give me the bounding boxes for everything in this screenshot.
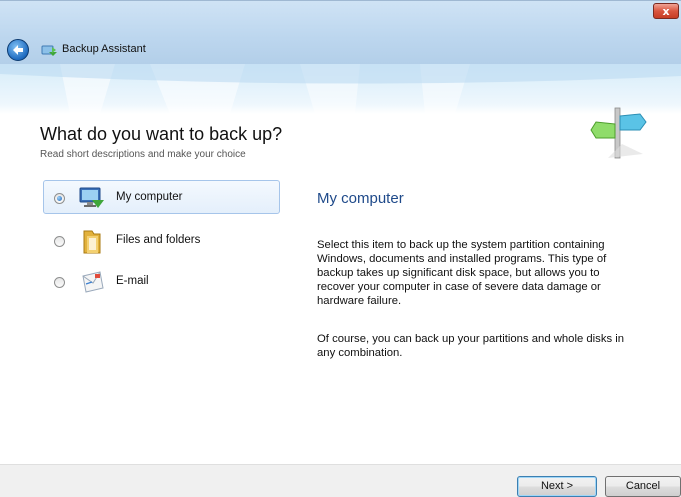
next-button[interactable]: Next >: [517, 476, 597, 497]
email-radio[interactable]: [54, 277, 65, 288]
title-bar: x Backup Assistant: [0, 0, 681, 64]
page-title: What do you want to back up?: [40, 124, 283, 144]
header-banner: [0, 64, 681, 114]
option-my-computer[interactable]: My computer: [43, 180, 280, 214]
window-title: Backup Assistant: [62, 43, 146, 55]
cancel-button[interactable]: Cancel: [605, 476, 681, 497]
footer-bar: Next > Cancel: [0, 464, 681, 497]
backup-app-icon: [41, 45, 57, 56]
signpost-icon: [590, 107, 647, 159]
my-computer-radio[interactable]: [54, 193, 65, 204]
option-email[interactable]: E-mail: [43, 264, 280, 298]
back-arrow-icon: [13, 45, 23, 55]
my-computer-label: My computer: [116, 191, 183, 203]
close-icon: x: [662, 5, 670, 18]
description-title: My computer: [317, 190, 404, 207]
computer-icon: [79, 187, 104, 208]
description-paragraph-2: Of course, you can back up your partitio…: [317, 333, 625, 359]
folder-icon: [83, 230, 101, 254]
files-and-folders-radio[interactable]: [54, 236, 65, 247]
backup-assistant-window: x Backup Assistant What do you want to b…: [0, 0, 681, 497]
page-subtitle: Read short descriptions and make your ch…: [40, 149, 246, 160]
email-label: E-mail: [116, 275, 149, 287]
back-button[interactable]: [7, 39, 29, 61]
description-paragraph-1: Select this item to back up the system p…: [317, 239, 607, 307]
files-and-folders-label: Files and folders: [116, 234, 201, 246]
close-button[interactable]: x: [653, 3, 679, 19]
email-icon: [82, 271, 104, 293]
option-files-and-folders[interactable]: Files and folders: [43, 223, 280, 257]
